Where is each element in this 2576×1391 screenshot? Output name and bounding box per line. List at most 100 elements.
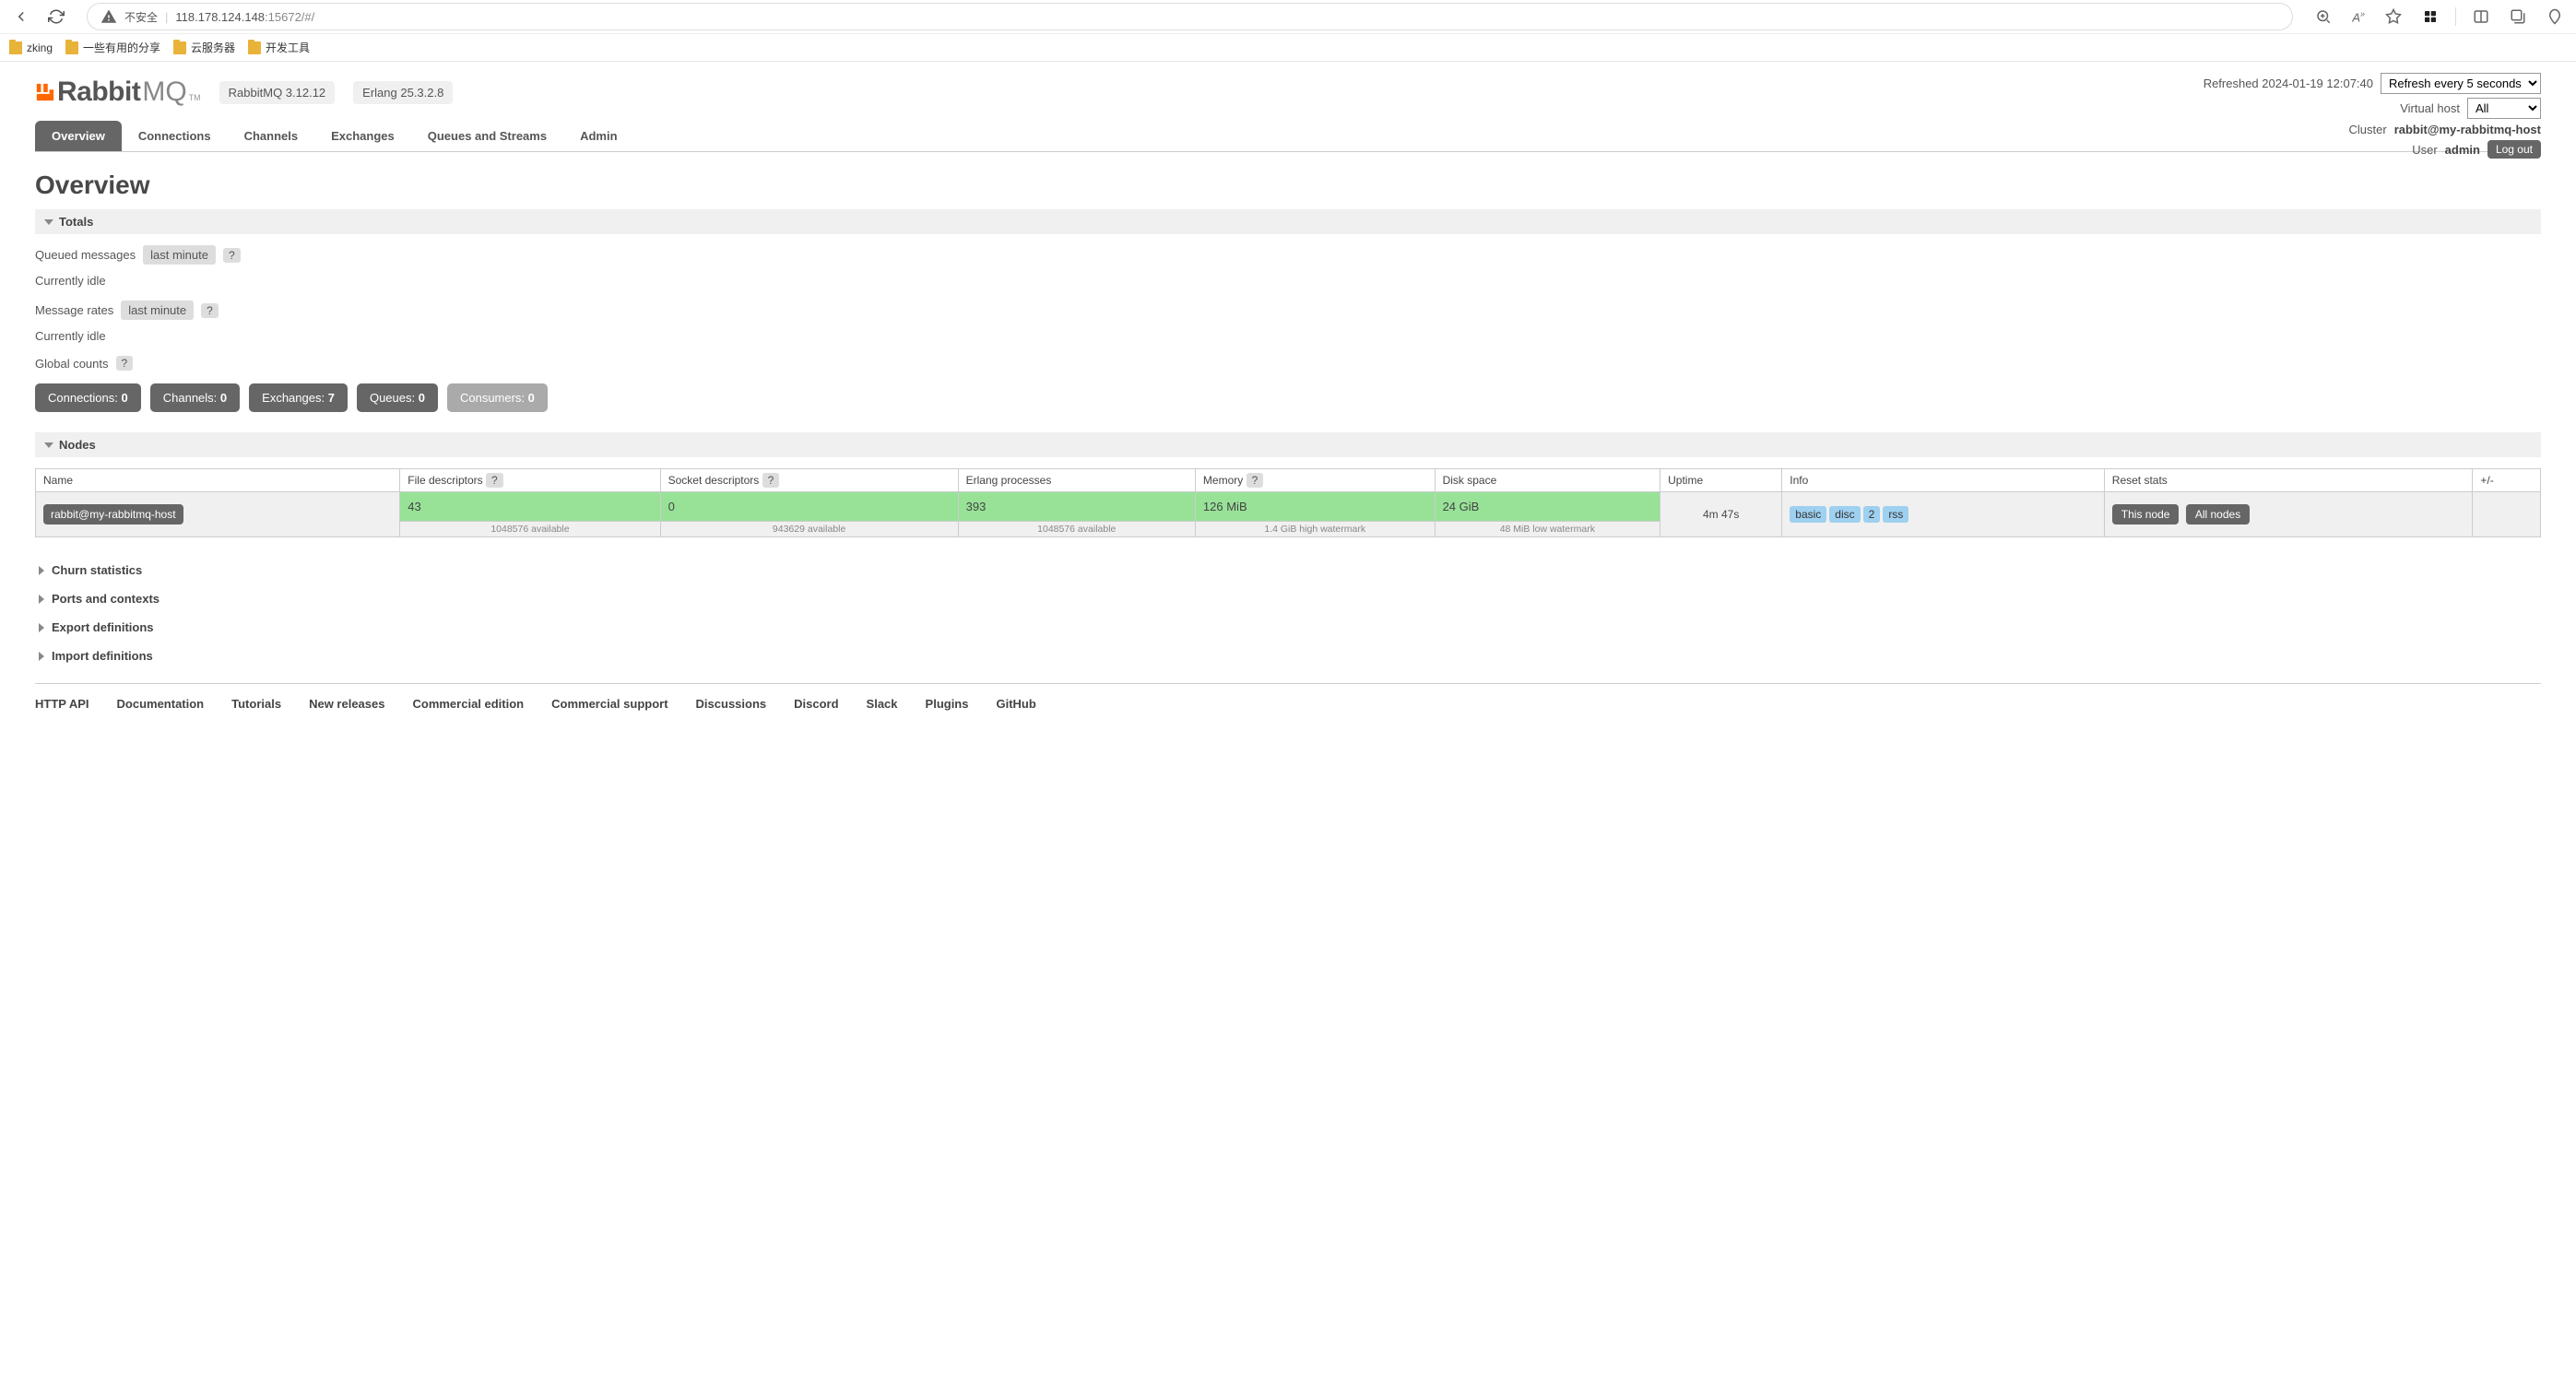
bookmark-item[interactable]: 云服务器 [173,40,235,55]
tab-channels[interactable]: Channels [228,121,315,151]
erlang-version: Erlang 25.3.2.8 [353,81,453,104]
header-right: Refreshed 2024-01-19 12:07:40 Refresh ev… [2204,73,2541,162]
bookmark-item[interactable]: zking [9,41,53,54]
reset-all-nodes-button[interactable]: All nodes [2186,504,2250,525]
table-row: rabbit@my-rabbitmq-host 43 0 393 126 MiB… [36,492,2541,522]
nodes-table: Name File descriptors ? Socket descripto… [35,468,2541,537]
mem-cell: 126 MiB [1195,492,1435,522]
page-header: RabbitMQ TM RabbitMQ 3.12.12 Erlang 25.3… [35,77,2541,108]
zoom-icon[interactable] [2311,5,2335,29]
col-sd: Socket descriptors ? [660,469,958,492]
tab-queues[interactable]: Queues and Streams [411,121,563,151]
reset-this-node-button[interactable]: This node [2112,504,2180,525]
extension-icon[interactable] [2418,5,2442,29]
user-name: admin [2445,143,2480,157]
table-header-row: Name File descriptors ? Socket descripto… [36,469,2541,492]
footer-link[interactable]: Tutorials [231,697,281,711]
address-bar[interactable]: 不安全 | 118.178.124.148:15672/#/ [87,3,2293,30]
chevron-down-icon [44,442,53,448]
refresh-button[interactable] [44,5,68,29]
ports-section-header[interactable]: Ports and contexts [35,584,2541,613]
footer-link[interactable]: GitHub [996,697,1035,711]
footer-link[interactable]: Slack [867,697,898,711]
footer-link[interactable]: Commercial support [551,697,668,711]
footer-link[interactable]: HTTP API [35,697,89,711]
help-icon[interactable]: ? [762,473,780,488]
info-badge[interactable]: 2 [1863,506,1881,523]
folder-icon [173,41,186,54]
queues-count[interactable]: Queues: 0 [357,383,438,412]
help-icon[interactable]: ? [223,248,241,263]
info-badge[interactable]: basic [1790,506,1826,523]
browser-toolbar: 不安全 | 118.178.124.148:15672/#/ A» [0,0,2576,33]
col-disk: Disk space [1435,469,1660,492]
col-reset: Reset stats [2104,469,2473,492]
refresh-interval-select[interactable]: Refresh every 5 seconds [2381,73,2541,94]
import-section-header[interactable]: Import definitions [35,642,2541,670]
node-name-cell: rabbit@my-rabbitmq-host [36,492,400,537]
footer-link[interactable]: Commercial edition [412,697,524,711]
tab-exchanges[interactable]: Exchanges [314,121,411,151]
footer-link[interactable]: Discord [794,697,838,711]
user-label: User [2412,143,2437,157]
consumers-count[interactable]: Consumers: 0 [447,383,548,412]
ep-cell: 393 [958,492,1195,522]
help-icon[interactable]: ? [486,473,503,488]
page-title: Overview [35,171,2541,200]
footer-link[interactable]: Discussions [696,697,767,711]
sd-cell: 0 [660,492,958,522]
global-counts-line: Global counts ? [35,356,2541,371]
uptime-cell: 4m 47s [1660,492,1782,537]
url-text: 118.178.124.148:15672/#/ [175,10,2279,24]
vhost-select[interactable]: All [2467,98,2541,119]
connections-count[interactable]: Connections: 0 [35,383,141,412]
info-badge[interactable]: disc [1829,506,1860,523]
help-icon[interactable]: ? [116,356,134,371]
tab-connections[interactable]: Connections [122,121,228,151]
bookmark-item[interactable]: 一些有用的分享 [65,40,160,55]
split-screen-icon[interactable] [2469,5,2493,29]
collections-icon[interactable] [2506,5,2530,29]
channels-count[interactable]: Channels: 0 [150,383,240,412]
col-uptime: Uptime [1660,469,1782,492]
read-aloud-icon[interactable]: A» [2348,6,2369,28]
help-icon[interactable]: ? [1247,473,1264,488]
col-fd: File descriptors ? [400,469,660,492]
bookmark-item[interactable]: 开发工具 [248,40,310,55]
browser-essentials-icon[interactable] [2543,5,2567,29]
vhost-label: Virtual host [2400,101,2460,115]
main-tabs: Overview Connections Channels Exchanges … [35,121,2541,152]
export-section-header[interactable]: Export definitions [35,613,2541,642]
exchanges-count[interactable]: Exchanges: 7 [249,383,348,412]
cluster-name: rabbit@my-rabbitmq-host [2394,123,2541,136]
rabbitmq-logo[interactable]: RabbitMQ TM [35,77,201,108]
time-range-select[interactable]: last minute [143,245,216,265]
col-info: Info [1782,469,2105,492]
disk-cell: 24 GiB [1435,492,1660,522]
favorite-icon[interactable] [2381,5,2405,29]
node-name-badge[interactable]: rabbit@my-rabbitmq-host [43,504,183,525]
page-content: RabbitMQ TM RabbitMQ 3.12.12 Erlang 25.3… [0,62,2576,742]
totals-section-header[interactable]: Totals [35,209,2541,234]
footer-links: HTTP API Documentation Tutorials New rel… [35,683,2541,724]
chevron-right-icon [39,623,44,632]
footer-link[interactable]: Documentation [117,697,205,711]
queued-messages-line: Queued messages last minute ? [35,245,2541,265]
tab-overview[interactable]: Overview [35,121,122,151]
help-icon[interactable]: ? [201,303,219,318]
col-plusminus[interactable]: +/- [2473,469,2541,492]
refreshed-label: Refreshed 2024-01-19 12:07:40 [2204,77,2373,90]
logout-button[interactable]: Log out [2487,140,2541,159]
tab-admin[interactable]: Admin [563,121,633,151]
folder-icon [9,41,22,54]
churn-section-header[interactable]: Churn statistics [35,556,2541,584]
nodes-section-header[interactable]: Nodes [35,432,2541,457]
info-badge[interactable]: rss [1883,506,1908,523]
footer-link[interactable]: Plugins [926,697,969,711]
back-button[interactable] [9,5,33,29]
footer-link[interactable]: New releases [309,697,384,711]
time-range-select[interactable]: last minute [121,301,194,320]
folder-icon [248,41,261,54]
toolbar-right: A» [2311,5,2567,29]
insecure-label: 不安全 [124,9,158,25]
